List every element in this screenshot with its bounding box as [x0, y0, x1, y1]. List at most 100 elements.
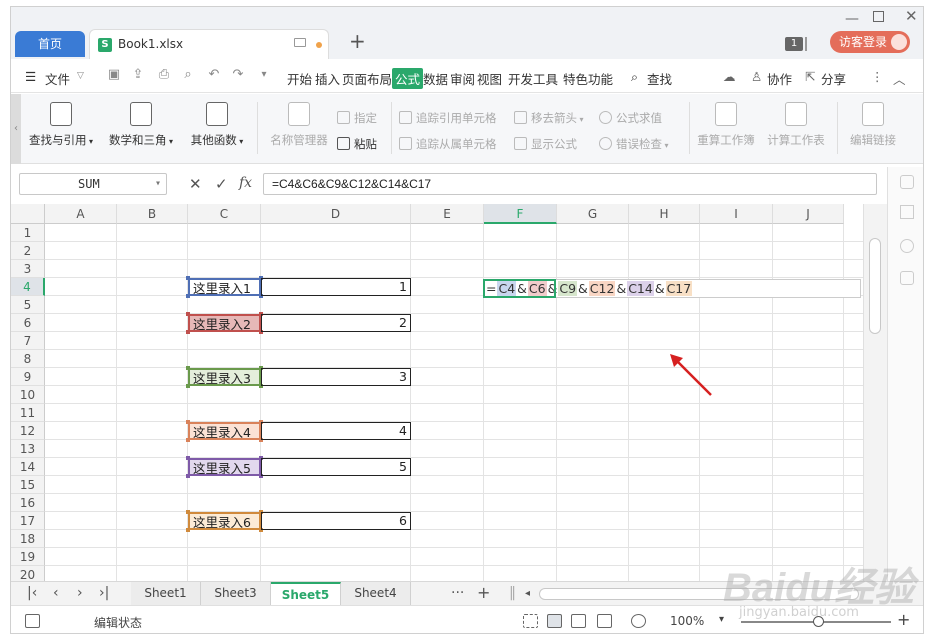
scroll-left-icon[interactable]: ◂ — [525, 588, 530, 599]
save-icon[interactable]: ▣ — [107, 68, 121, 82]
remove-arrows-button[interactable]: 移去箭头 ▾ — [514, 110, 584, 126]
menu-page-layout[interactable]: 页面布局 — [342, 69, 392, 88]
sheet-tab-sheet5[interactable]: Sheet5 — [271, 582, 341, 605]
cell-c14[interactable]: 这里录入5 — [188, 458, 261, 476]
cell-c12[interactable]: 这里录入4 — [188, 422, 261, 440]
share-icon[interactable]: ⇱ — [805, 69, 815, 84]
lookup-button[interactable]: 查找与引用 ▾ — [25, 102, 97, 148]
recalc-workbook-button[interactable]: 重算工作簿 — [693, 102, 759, 148]
menu-view[interactable]: 视图 — [477, 69, 502, 88]
undo-icon[interactable]: ↶ — [207, 68, 221, 82]
cell-d14[interactable]: 5 — [261, 458, 411, 476]
tab-split-handle[interactable]: ‖ — [509, 585, 516, 601]
column-header-b[interactable]: B — [117, 204, 188, 224]
select-all-corner[interactable] — [11, 204, 45, 224]
row-header-15[interactable]: 15 — [11, 476, 45, 494]
confirm-icon[interactable]: ✓ — [215, 175, 228, 193]
formula-input[interactable]: =C4&C6&C9&C12&C14&C17 — [263, 173, 877, 195]
row-header-5[interactable]: 5 — [11, 296, 45, 314]
cell-d12[interactable]: 4 — [261, 422, 411, 440]
visitor-login-button[interactable]: 访客登录 — [830, 31, 910, 53]
window-count-badge[interactable]: 1 — [785, 37, 803, 51]
cell-c9[interactable]: 这里录入3 — [188, 368, 261, 386]
sheet-tab-sheet3[interactable]: Sheet3 — [201, 582, 271, 605]
page-break-view-icon[interactable] — [597, 614, 612, 628]
minimize-icon[interactable]: — — [845, 11, 859, 27]
vertical-scrollbar[interactable] — [863, 204, 887, 581]
edit-links-button[interactable]: 编辑链接 — [843, 102, 903, 148]
trace-precedents-button[interactable]: 追踪引用单元格 — [399, 110, 497, 126]
name-manager-button[interactable]: 名称管理器 — [263, 102, 335, 148]
cell-d17[interactable]: 6 — [261, 512, 411, 530]
new-tab-button[interactable]: + — [349, 29, 366, 53]
define-button[interactable]: 指定 — [337, 110, 377, 126]
zoom-dropdown-icon[interactable]: ▾ — [719, 614, 724, 625]
add-sheet-button[interactable]: + — [477, 583, 490, 602]
last-sheet-icon[interactable]: ›| — [99, 585, 109, 601]
menu-search[interactable]: 查找 — [647, 69, 672, 88]
hamburger-icon[interactable]: ☰ — [25, 69, 36, 84]
row-header-19[interactable]: 19 — [11, 548, 45, 566]
redo-icon[interactable]: ↷ — [231, 68, 245, 82]
tab-book1[interactable]: S Book1.xlsx — [89, 29, 329, 59]
prev-sheet-icon[interactable]: ‹ — [53, 585, 59, 601]
next-sheet-icon[interactable]: › — [77, 585, 83, 601]
share-panel-icon[interactable] — [900, 271, 914, 285]
row-header-17[interactable]: 17 — [11, 512, 45, 530]
cell-d9[interactable]: 3 — [261, 368, 411, 386]
vertical-scroll-thumb[interactable] — [869, 238, 881, 334]
eye-protection-icon[interactable] — [631, 614, 646, 628]
column-header-g[interactable]: G — [557, 204, 629, 224]
monitor-icon[interactable] — [294, 38, 306, 47]
tab-home[interactable]: 首页 — [15, 31, 85, 57]
row-header-7[interactable]: 7 — [11, 332, 45, 350]
column-header-j[interactable]: J — [773, 204, 844, 224]
column-header-a[interactable]: A — [45, 204, 117, 224]
menu-review[interactable]: 审阅 — [450, 69, 475, 88]
evaluate-formula-button[interactable]: 公式求值 — [599, 110, 662, 126]
row-header-9[interactable]: 9 — [11, 368, 45, 386]
print-icon[interactable]: ⎙ — [157, 68, 171, 82]
cell-c6[interactable]: 这里录入2 — [188, 314, 261, 332]
zoom-slider[interactable] — [741, 616, 891, 627]
search-icon[interactable]: ⌕ — [631, 69, 638, 85]
row-header-12[interactable]: 12 — [11, 422, 45, 440]
spreadsheet-grid[interactable]: A B C D E F G H I J 1 2 3 4 5 6 7 8 9 10 11 12 13 14 15 16 17 18 19 2… — [11, 204, 863, 581]
paste-button[interactable]: 粘贴 — [337, 136, 377, 152]
cell-d6[interactable]: 2 — [261, 314, 411, 332]
quick-access-more-icon[interactable]: ▾ — [257, 68, 271, 82]
trace-dependents-button[interactable]: 追踪从属单元格 — [399, 136, 497, 152]
menu-developer[interactable]: 开发工具 — [508, 69, 558, 88]
preview-icon[interactable]: ⌕ — [181, 68, 195, 82]
row-header-8[interactable]: 8 — [11, 350, 45, 368]
panel-settings-icon[interactable] — [900, 175, 914, 189]
row-header-10[interactable]: 10 — [11, 386, 45, 404]
calc-sheet-button[interactable]: 计算工作表 — [763, 102, 829, 148]
cell-d4[interactable]: 1 — [261, 278, 411, 296]
other-functions-button[interactable]: 其他函数 ▾ — [185, 102, 249, 148]
collapse-ribbon-icon[interactable]: ︿ — [893, 69, 906, 88]
range-handle[interactable] — [186, 276, 190, 280]
menu-collab[interactable]: 协作 — [767, 69, 792, 88]
first-sheet-icon[interactable]: |‹ — [27, 585, 37, 601]
menu-start[interactable]: 开始 — [287, 69, 312, 88]
row-header-6[interactable]: 6 — [11, 314, 45, 332]
name-box-dropdown-icon[interactable]: ▾ — [155, 174, 161, 194]
column-header-f[interactable]: F — [484, 204, 557, 224]
range-handle[interactable] — [186, 474, 190, 478]
column-header-e[interactable]: E — [411, 204, 484, 224]
row-header-18[interactable]: 18 — [11, 530, 45, 548]
range-handle[interactable] — [186, 528, 190, 532]
row-header-2[interactable]: 2 — [11, 242, 45, 260]
row-header-13[interactable]: 13 — [11, 440, 45, 458]
ribbon-scroll-left-icon[interactable]: ‹ — [11, 94, 21, 164]
status-macro-icon[interactable] — [25, 614, 40, 628]
user-icon[interactable]: ♙ — [751, 69, 762, 84]
row-header-20[interactable]: 20 — [11, 566, 45, 581]
zoom-level[interactable]: 100% — [670, 614, 704, 628]
row-header-14[interactable]: 14 — [11, 458, 45, 476]
column-header-c[interactable]: C — [188, 204, 261, 224]
menu-insert[interactable]: 插入 — [315, 69, 340, 88]
row-header-11[interactable]: 11 — [11, 404, 45, 422]
row-header-4[interactable]: 4 — [11, 278, 45, 296]
